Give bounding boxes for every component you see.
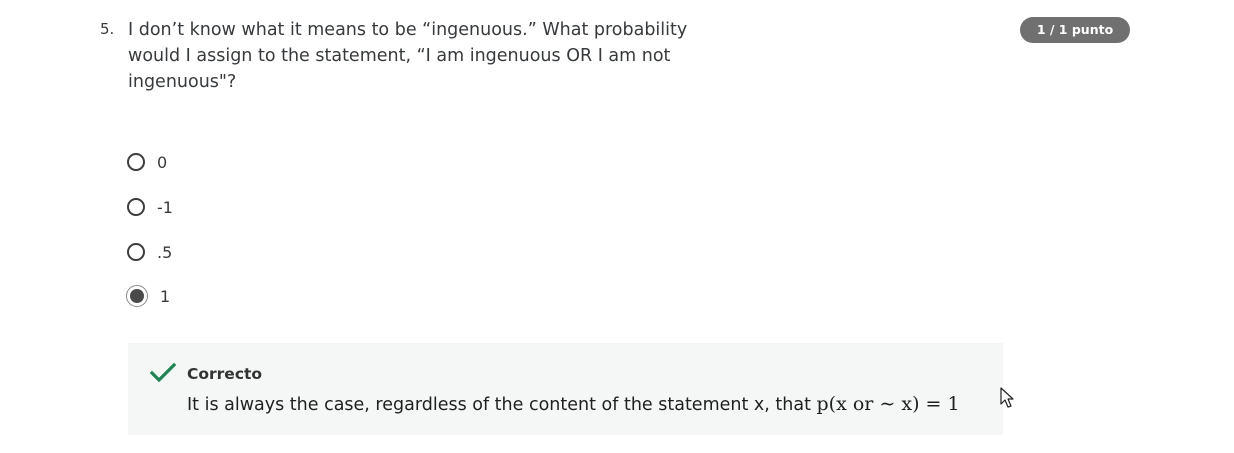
option-point-5[interactable]: .5 (127, 240, 172, 264)
option-label: 0 (157, 152, 168, 172)
feedback-text: It is always the case, regardless of the… (187, 395, 811, 415)
option-label: -1 (157, 197, 173, 217)
question-number: 5. (100, 20, 115, 38)
option-minus-1[interactable]: -1 (127, 195, 173, 219)
feedback-explanation: It is always the case, regardless of the… (187, 393, 960, 415)
feedback-status: Correcto (187, 365, 263, 383)
score-badge: 1 / 1 punto (1020, 17, 1130, 43)
option-0[interactable]: 0 (127, 150, 167, 174)
question-text: I don’t know what it means to be “ingenu… (128, 20, 688, 92)
option-label: .5 (157, 242, 173, 262)
mouse-cursor-icon (1000, 387, 1014, 408)
check-icon (150, 362, 176, 383)
feedback-formula: p(x or ∼ x) = 1 (816, 393, 960, 415)
radio-button[interactable] (127, 243, 145, 261)
option-label: 1 (160, 286, 171, 306)
radio-button[interactable] (127, 153, 145, 171)
radio-button[interactable] (127, 198, 145, 216)
radio-button-selected[interactable] (126, 285, 148, 307)
feedback-panel: Correcto It is always the case, regardle… (128, 343, 1003, 435)
option-1[interactable]: 1 (126, 284, 171, 308)
